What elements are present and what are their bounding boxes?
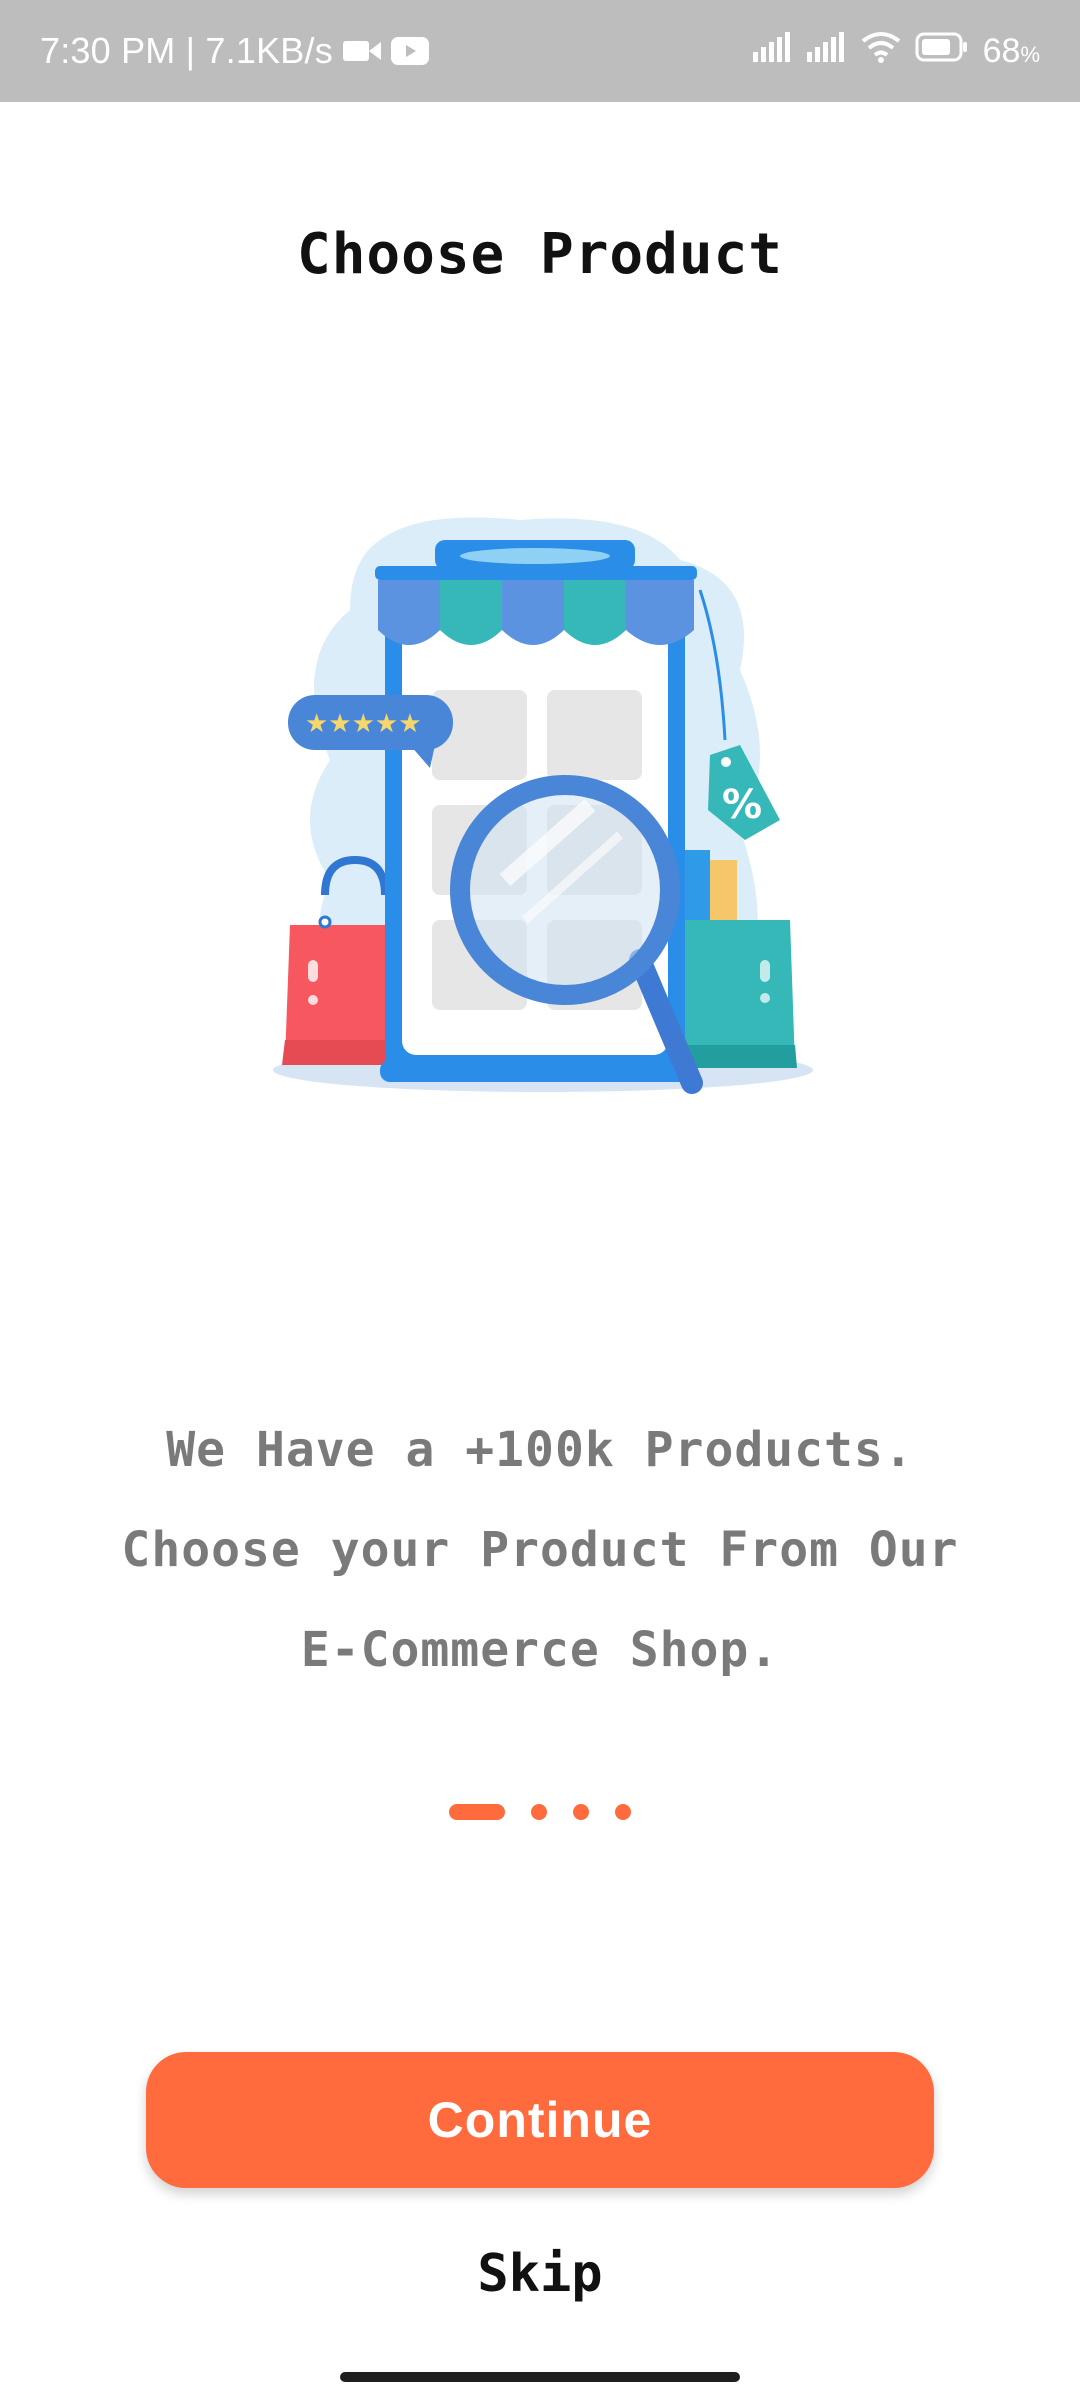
status-right: 68% bbox=[752, 0, 1040, 102]
status-time-speed: 7:30 PM | 7.1KB/s bbox=[40, 30, 333, 71]
video-camera-icon bbox=[342, 38, 381, 64]
signal-icon bbox=[752, 31, 793, 71]
svg-text:★★★★★: ★★★★★ bbox=[305, 709, 422, 739]
page-indicator-dot-active bbox=[449, 1804, 505, 1820]
status-left: 7:30 PM | 7.1KB/s bbox=[40, 0, 429, 102]
online-shop-image: ★★★★★ % bbox=[273, 517, 813, 1094]
youtube-icon bbox=[390, 37, 429, 65]
page-indicator bbox=[0, 1804, 1080, 1820]
page-title: Choose Product bbox=[296, 222, 783, 287]
battery-percent-sign: % bbox=[1020, 41, 1040, 67]
page-indicator-dot bbox=[531, 1804, 547, 1820]
wifi-icon bbox=[861, 31, 901, 72]
page-indicator-dot bbox=[615, 1804, 631, 1820]
signal-icon bbox=[806, 31, 847, 71]
battery-percent-value: 68 bbox=[982, 31, 1021, 70]
page-indicator-dot bbox=[573, 1804, 589, 1820]
battery-icon bbox=[915, 32, 969, 71]
skip-button[interactable]: Skip bbox=[0, 2244, 1080, 2304]
description-line-2: Choose your Product From Our bbox=[121, 1522, 959, 1578]
onboarding-description: We Have a +100k Products. Choose your Pr… bbox=[60, 1400, 1020, 1700]
battery-percent: 68% bbox=[983, 32, 1040, 71]
description-line-3: E-Commerce Shop. bbox=[300, 1622, 780, 1678]
continue-button[interactable]: Continue bbox=[146, 2052, 934, 2188]
svg-text:%: % bbox=[722, 782, 762, 828]
shop-illustration: ★★★★★ % bbox=[260, 500, 840, 1120]
status-bar: 7:30 PM | 7.1KB/s 68% bbox=[0, 0, 1080, 102]
description-line-1: We Have a +100k Products. bbox=[166, 1422, 914, 1478]
home-indicator[interactable] bbox=[340, 2372, 740, 2382]
